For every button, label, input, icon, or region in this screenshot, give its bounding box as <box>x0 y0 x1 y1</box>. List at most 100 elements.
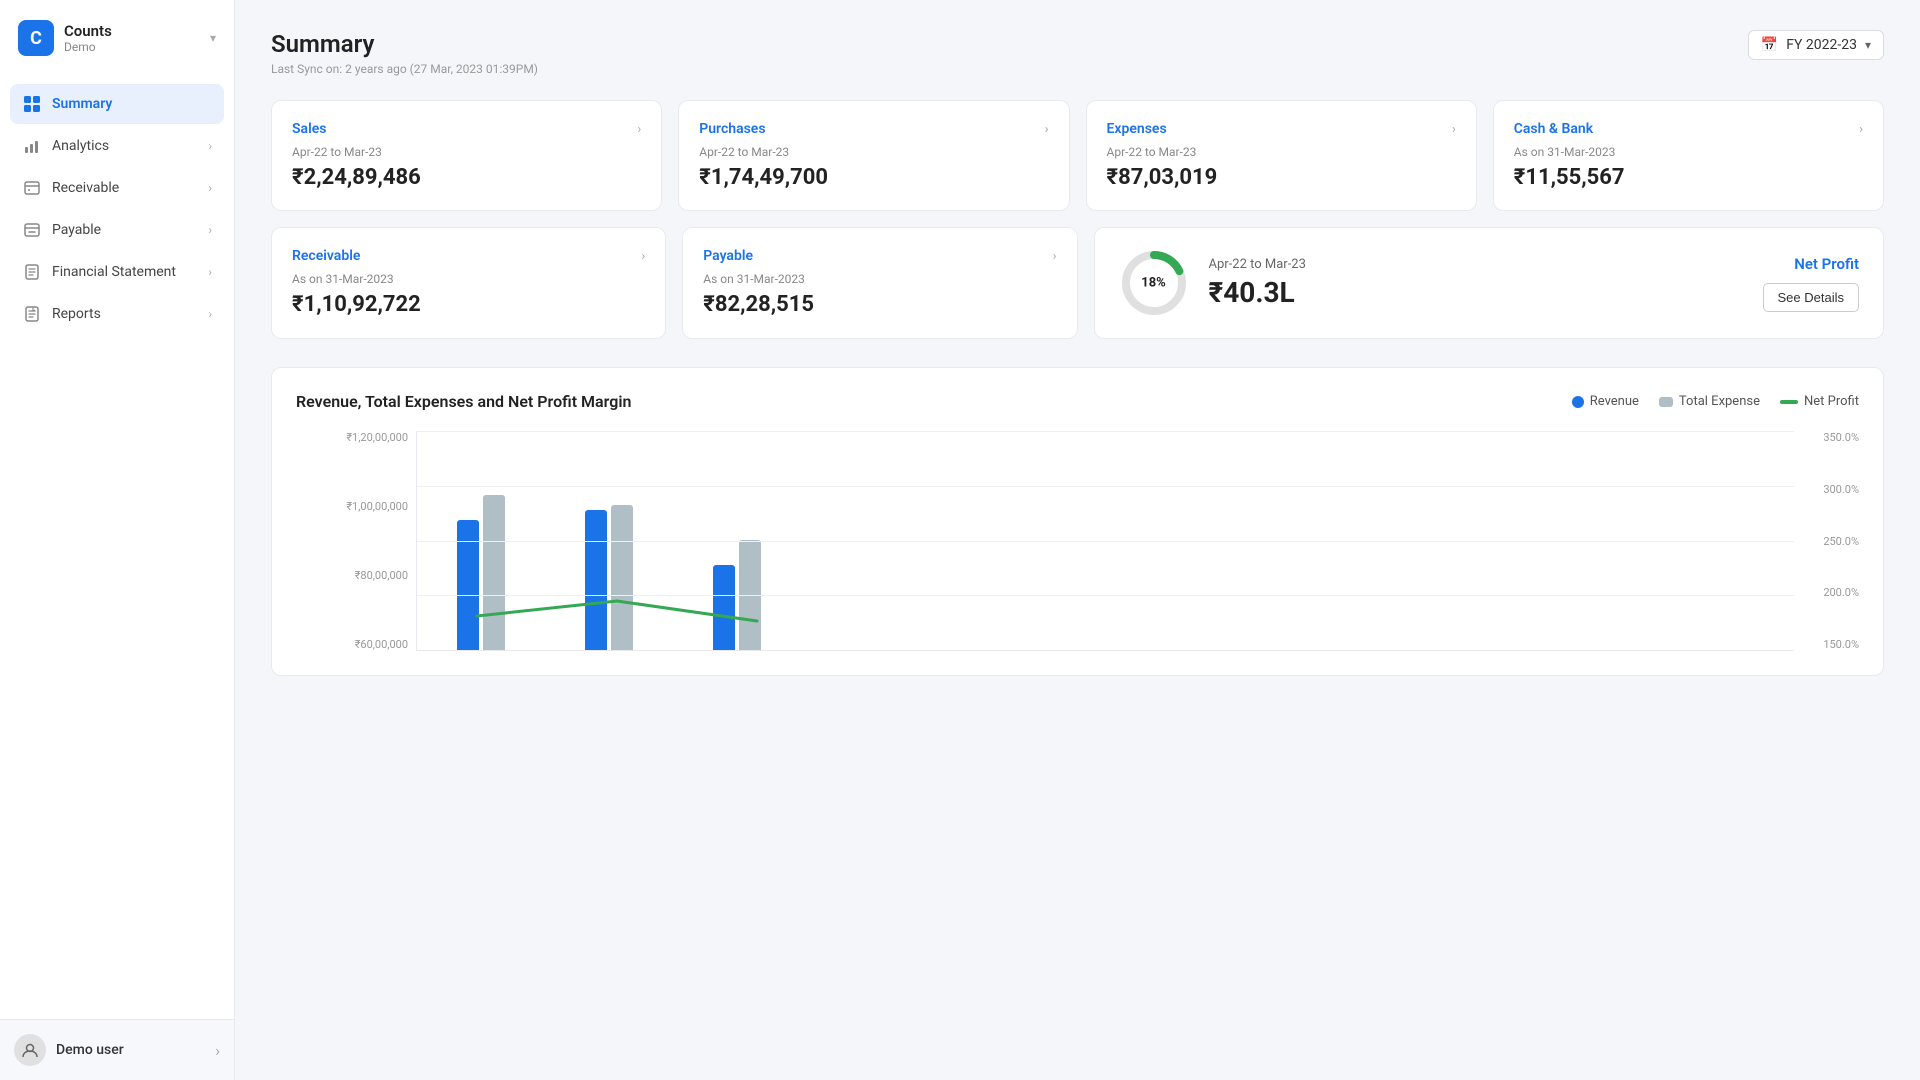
payable-card-amount: ₹82,28,515 <box>703 292 1056 317</box>
page-subtitle: Last Sync on: 2 years ago (27 Mar, 2023 … <box>271 62 538 76</box>
summary-cards-row1: Sales › Apr-22 to Mar-23 ₹2,24,89,486 Pu… <box>271 100 1884 211</box>
y-right-label-2: 300.0% <box>1802 483 1859 496</box>
bars-area <box>416 431 1794 651</box>
purchases-card-chevron-icon: › <box>1045 122 1049 137</box>
expenses-card[interactable]: Expenses › Apr-22 to Mar-23 ₹87,03,019 <box>1086 100 1477 211</box>
payable-icon <box>22 220 42 240</box>
sidebar-item-analytics-label: Analytics <box>52 138 198 154</box>
page-title: Summary <box>271 30 538 58</box>
receivable-card-period: As on 31-Mar-2023 <box>292 272 645 286</box>
net-profit-label-area: Net Profit See Details <box>1763 255 1859 312</box>
y-right-label-3: 250.0% <box>1802 535 1859 548</box>
expenses-card-chevron-icon: › <box>1452 122 1456 137</box>
sidebar-nav: Summary Analytics › Re <box>0 76 234 1019</box>
receivable-card[interactable]: Receivable › As on 31-Mar-2023 ₹1,10,92,… <box>271 227 666 339</box>
revenue-legend-dot <box>1572 396 1584 408</box>
sales-card[interactable]: Sales › Apr-22 to Mar-23 ₹2,24,89,486 <box>271 100 662 211</box>
cash-bank-card-title: Cash & Bank <box>1514 121 1593 137</box>
sidebar-item-summary-label: Summary <box>52 96 212 112</box>
expenses-card-amount: ₹87,03,019 <box>1107 165 1456 190</box>
net-profit-card: 18% Apr-22 to Mar-23 ₹40.3L Net Profit S… <box>1094 227 1885 339</box>
y-left-label-2: ₹1,00,00,000 <box>296 500 408 513</box>
payable-card-period: As on 31-Mar-2023 <box>703 272 1056 286</box>
payable-card[interactable]: Payable › As on 31-Mar-2023 ₹82,28,515 <box>682 227 1077 339</box>
bar-may-expense <box>611 505 633 650</box>
y-right-label-4: 200.0% <box>1802 586 1859 599</box>
sidebar: C Counts Demo ▾ Summary <box>0 0 235 1080</box>
financial-chevron-icon: › <box>208 265 212 279</box>
chart-header: Revenue, Total Expenses and Net Profit M… <box>296 392 1859 411</box>
y-right-label-1: 350.0% <box>1802 431 1859 444</box>
bar-apr-expense <box>483 495 505 650</box>
reports-chevron-icon: › <box>208 307 212 321</box>
sidebar-item-financial[interactable]: Financial Statement › <box>10 252 224 292</box>
sidebar-item-receivable-label: Receivable <box>52 180 198 196</box>
summary-cards-row2: Receivable › As on 31-Mar-2023 ₹1,10,92,… <box>271 227 1884 339</box>
net-profit-info: Apr-22 to Mar-23 ₹40.3L <box>1209 257 1743 309</box>
donut-percent-text: 18% <box>1141 276 1166 291</box>
brand-logo: C <box>18 20 54 56</box>
sidebar-item-receivable[interactable]: Receivable › <box>10 168 224 208</box>
calendar-icon: 📅 <box>1761 37 1778 53</box>
bar-group-may <box>585 505 633 650</box>
net-profit-amount: ₹40.3L <box>1209 276 1743 309</box>
summary-icon <box>22 94 42 114</box>
page-header: Summary Last Sync on: 2 years ago (27 Ma… <box>271 30 1884 76</box>
brand-name: Counts <box>64 22 200 40</box>
brand-text: Counts Demo <box>64 22 200 54</box>
expenses-card-period: Apr-22 to Mar-23 <box>1107 145 1456 159</box>
receivable-card-chevron-icon: › <box>641 249 645 264</box>
purchases-card-amount: ₹1,74,49,700 <box>699 165 1048 190</box>
sidebar-item-payable-label: Payable <box>52 222 198 238</box>
brand-selector[interactable]: C Counts Demo ▾ <box>0 0 234 76</box>
brand-chevron-icon: ▾ <box>210 31 216 45</box>
cash-bank-card-chevron-icon: › <box>1859 122 1863 137</box>
avatar <box>14 1034 46 1066</box>
expense-legend-label: Total Expense <box>1679 394 1760 409</box>
fy-selector[interactable]: 📅 FY 2022-23 ▾ <box>1748 30 1884 60</box>
purchases-card[interactable]: Purchases › Apr-22 to Mar-23 ₹1,74,49,70… <box>678 100 1069 211</box>
receivable-chevron-icon: › <box>208 181 212 195</box>
sales-card-title: Sales <box>292 121 326 137</box>
sidebar-item-reports[interactable]: Reports › <box>10 294 224 334</box>
purchases-card-title: Purchases <box>699 121 765 137</box>
main-content: Summary Last Sync on: 2 years ago (27 Ma… <box>235 0 1920 1080</box>
y-right-label-5: 150.0% <box>1802 638 1859 651</box>
grid-line-3 <box>417 541 1794 542</box>
payable-card-title: Payable <box>703 248 753 264</box>
sidebar-item-reports-label: Reports <box>52 306 198 322</box>
net-profit-donut: 18% <box>1119 248 1189 318</box>
y-left-label-4: ₹60,00,000 <box>296 638 408 651</box>
net-profit-period: Apr-22 to Mar-23 <box>1209 257 1743 272</box>
expense-legend-dot <box>1659 397 1673 407</box>
sales-card-chevron-icon: › <box>637 122 641 137</box>
financial-icon <box>22 262 42 282</box>
bar-apr-revenue <box>457 520 479 650</box>
sidebar-item-summary[interactable]: Summary <box>10 84 224 124</box>
legend-expense: Total Expense <box>1659 394 1760 409</box>
sidebar-item-payable[interactable]: Payable › <box>10 210 224 250</box>
sidebar-item-financial-label: Financial Statement <box>52 264 198 280</box>
legend-revenue: Revenue <box>1572 394 1639 409</box>
cash-bank-card[interactable]: Cash & Bank › As on 31-Mar-2023 ₹11,55,5… <box>1493 100 1884 211</box>
cash-bank-card-amount: ₹11,55,567 <box>1514 165 1863 190</box>
payable-chevron-icon: › <box>208 223 212 237</box>
y-left-label-1: ₹1,20,00,000 <box>296 431 408 444</box>
fy-chevron-icon: ▾ <box>1865 38 1871 52</box>
brand-sub: Demo <box>64 40 200 54</box>
y-axis-right: 350.0% 300.0% 250.0% 200.0% 150.0% <box>1794 431 1859 651</box>
legend-profit: Net Profit <box>1780 394 1859 409</box>
user-name-label: Demo user <box>56 1042 205 1058</box>
profit-legend-label: Net Profit <box>1804 394 1859 409</box>
fy-label: FY 2022-23 <box>1786 37 1857 53</box>
sidebar-item-analytics[interactable]: Analytics › <box>10 126 224 166</box>
analytics-chevron-icon: › <box>208 139 212 153</box>
user-profile[interactable]: Demo user › <box>0 1019 234 1080</box>
cash-bank-card-period: As on 31-Mar-2023 <box>1514 145 1863 159</box>
expenses-card-title: Expenses <box>1107 121 1167 137</box>
bar-may-revenue <box>585 510 607 650</box>
sales-card-amount: ₹2,24,89,486 <box>292 165 641 190</box>
see-details-button[interactable]: See Details <box>1763 283 1859 312</box>
receivable-card-amount: ₹1,10,92,722 <box>292 292 645 317</box>
chart-body: ₹1,20,00,000 ₹1,00,00,000 ₹80,00,000 ₹60… <box>296 431 1859 651</box>
